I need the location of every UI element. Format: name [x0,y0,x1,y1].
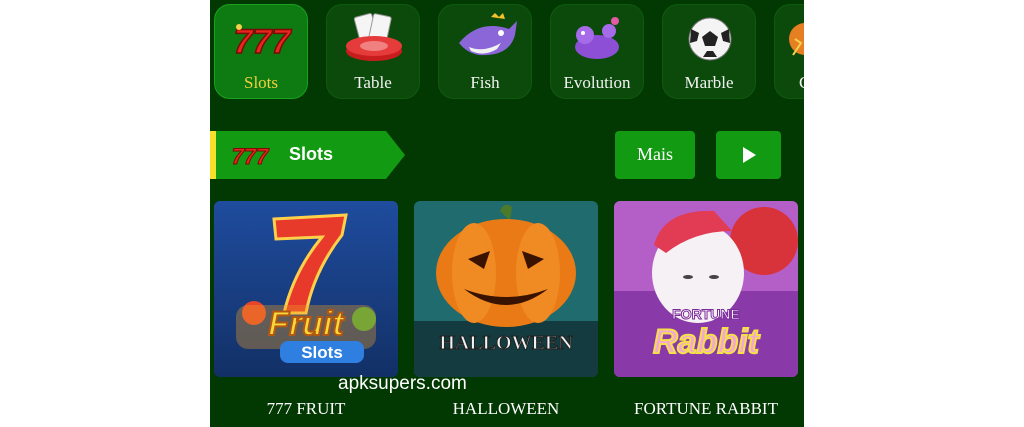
category-label: Evolution [563,73,631,92]
category-label: Table [354,73,392,92]
game-card-fortune-rabbit[interactable]: FORTUNE Rabbit [614,201,798,377]
art-text: FORTUNE [672,306,740,322]
category-table[interactable]: Table [326,4,420,99]
game-card-halloween[interactable]: HALLOWEEN [414,201,598,377]
category-label: Slots [243,73,279,92]
category-marble[interactable]: Marble [662,4,756,99]
purple-creature-icon [575,17,619,59]
game-lobby: 777 Slots Table Fish Evolution Marble 77… [210,0,804,427]
category-evolution[interactable]: Evolution [550,4,644,99]
game-title[interactable]: 777 FRUIT [214,399,398,419]
category-label: Marble [684,73,734,92]
art-text: Rabbit [653,323,760,361]
game-title[interactable]: HALLOWEEN [414,399,598,419]
section-title: Slots [289,144,334,164]
next-button[interactable] [716,131,781,179]
game-title[interactable]: FORTUNE RABBIT [614,399,798,419]
svg-text:777: 777 [234,23,293,61]
halloween-artwork: HALLOWEEN [414,201,598,377]
art-text: HALLOWEEN [439,332,573,354]
category-label: C [799,73,804,93]
more-button[interactable]: Mais [615,131,695,179]
lucky-777-icon: 777 [232,144,270,169]
category-bar: 777 Slots Table Fish Evolution Marble [210,0,804,105]
shark-icon [459,13,517,56]
watermark-text: apksupers.com [338,373,467,394]
category-label: Fish [470,73,500,92]
poker-chips-cards-icon [346,13,402,61]
game-card-777-fruit[interactable]: Fruit Slots [214,201,398,377]
art-text: Fruit [268,305,345,343]
soccer-ball-icon [688,17,732,61]
category-fish[interactable]: Fish [438,4,532,99]
fruit-slots-artwork: Fruit Slots [214,201,398,377]
fortune-rabbit-artwork: FORTUNE Rabbit [614,201,798,377]
more-button-label: Mais [637,144,673,164]
art-text: Slots [301,343,343,362]
lucky-777-icon: 777 [233,22,293,62]
play-arrow-icon [743,147,756,163]
category-partial[interactable]: C [774,4,804,99]
category-slots[interactable]: 777 Slots [214,4,308,99]
partial-category-icon [789,23,804,56]
